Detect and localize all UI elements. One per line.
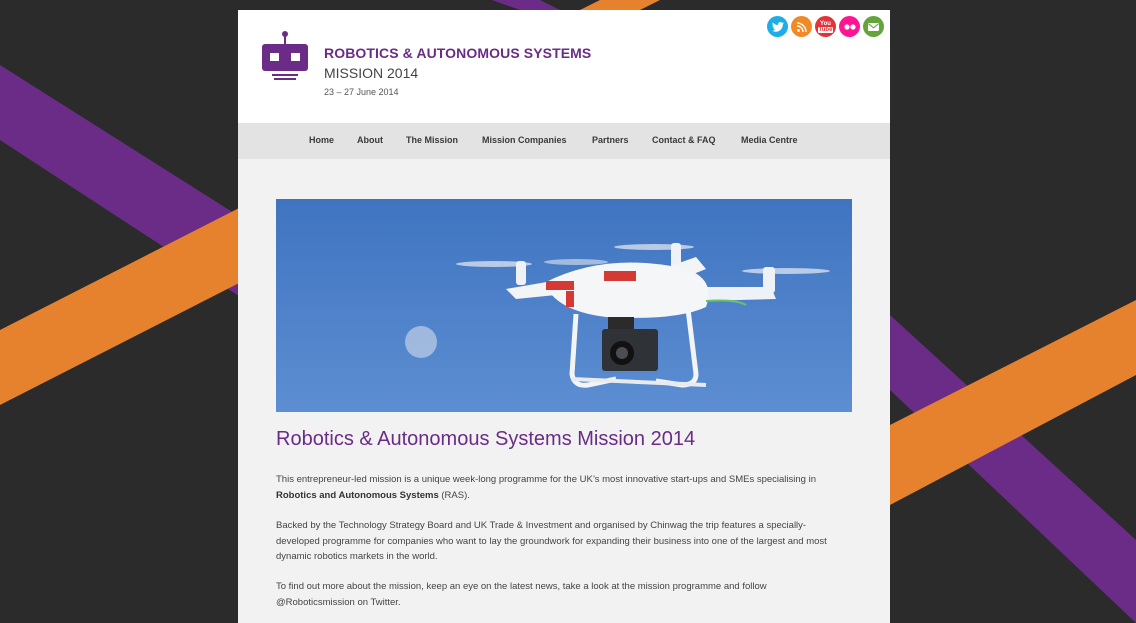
page-title: Robotics & Autonomous Systems Mission 20…	[276, 428, 696, 450]
youtube-icon[interactable]: You Tube	[815, 16, 836, 37]
text: , take a look at the	[557, 581, 638, 592]
drone-photo	[276, 199, 852, 412]
ras-link[interactable]: (RAS)	[441, 490, 467, 501]
twitter-handle-link[interactable]: @Roboticsmission	[276, 597, 355, 608]
nav-about[interactable]: About	[357, 135, 383, 145]
text: Backed by the	[276, 520, 339, 531]
nav-mission-companies[interactable]: Mission Companies	[482, 135, 567, 145]
orange-stripe-left	[0, 205, 245, 405]
main-navigation: Home About The Mission Mission Companies…	[238, 123, 890, 159]
robot-icon[interactable]	[260, 30, 310, 82]
main-content: Robotics & Autonomous Systems Mission 20…	[276, 428, 852, 608]
email-icon[interactable]	[863, 16, 884, 37]
social-links: You Tube	[767, 16, 884, 37]
nav-media-centre[interactable]: Media Centre	[741, 135, 798, 145]
orange-stripe-top	[580, 0, 660, 10]
nav-contact-faq[interactable]: Contact & FAQ	[652, 135, 716, 145]
mission-programme-link[interactable]: mission programme	[638, 581, 721, 592]
nav-partners[interactable]: Partners	[592, 135, 629, 145]
intro-paragraph: This entrepreneur-led mission is a uniqu…	[276, 472, 848, 503]
more-info-paragraph: To find out more about the mission, keep…	[276, 579, 848, 610]
text: on Twitter.	[354, 596, 401, 608]
text: This entrepreneur-led mission is a uniqu…	[276, 474, 816, 485]
text: and	[452, 520, 474, 531]
latest-news-link[interactable]: latest news	[510, 581, 558, 592]
purple-stripe-top	[492, 0, 560, 10]
nav-home[interactable]: Home	[309, 135, 334, 145]
site-title[interactable]: ROBOTICS & AUTONOMOUS SYSTEMS	[324, 45, 591, 61]
twitter-icon[interactable]	[767, 16, 788, 37]
ukti-link[interactable]: UK Trade & Investment	[474, 520, 572, 531]
site-subtitle: MISSION 2014	[324, 65, 419, 81]
text: To find out more about the mission, keep…	[276, 581, 510, 592]
text: and organised by	[572, 520, 651, 531]
rss-icon[interactable]	[791, 16, 812, 37]
backing-paragraph: Backed by the Technology Strategy Board …	[276, 518, 848, 565]
tsb-link[interactable]: Technology Strategy Board	[339, 520, 453, 531]
page-container: ROBOTICS & AUTONOMOUS SYSTEMS MISSION 20…	[238, 10, 890, 623]
nav-the-mission[interactable]: The Mission	[406, 135, 458, 145]
flickr-icon[interactable]	[839, 16, 860, 37]
text: .	[467, 489, 470, 501]
text: the trip features a	[687, 520, 767, 531]
text: and follow	[721, 581, 767, 592]
mission-dates: 23 – 27 June 2014	[324, 87, 399, 97]
site-header: ROBOTICS & AUTONOMOUS SYSTEMS MISSION 20…	[238, 10, 890, 123]
chinwag-link[interactable]: Chinwag	[650, 520, 687, 531]
ras-strong: Robotics and Autonomous Systems	[276, 489, 439, 501]
